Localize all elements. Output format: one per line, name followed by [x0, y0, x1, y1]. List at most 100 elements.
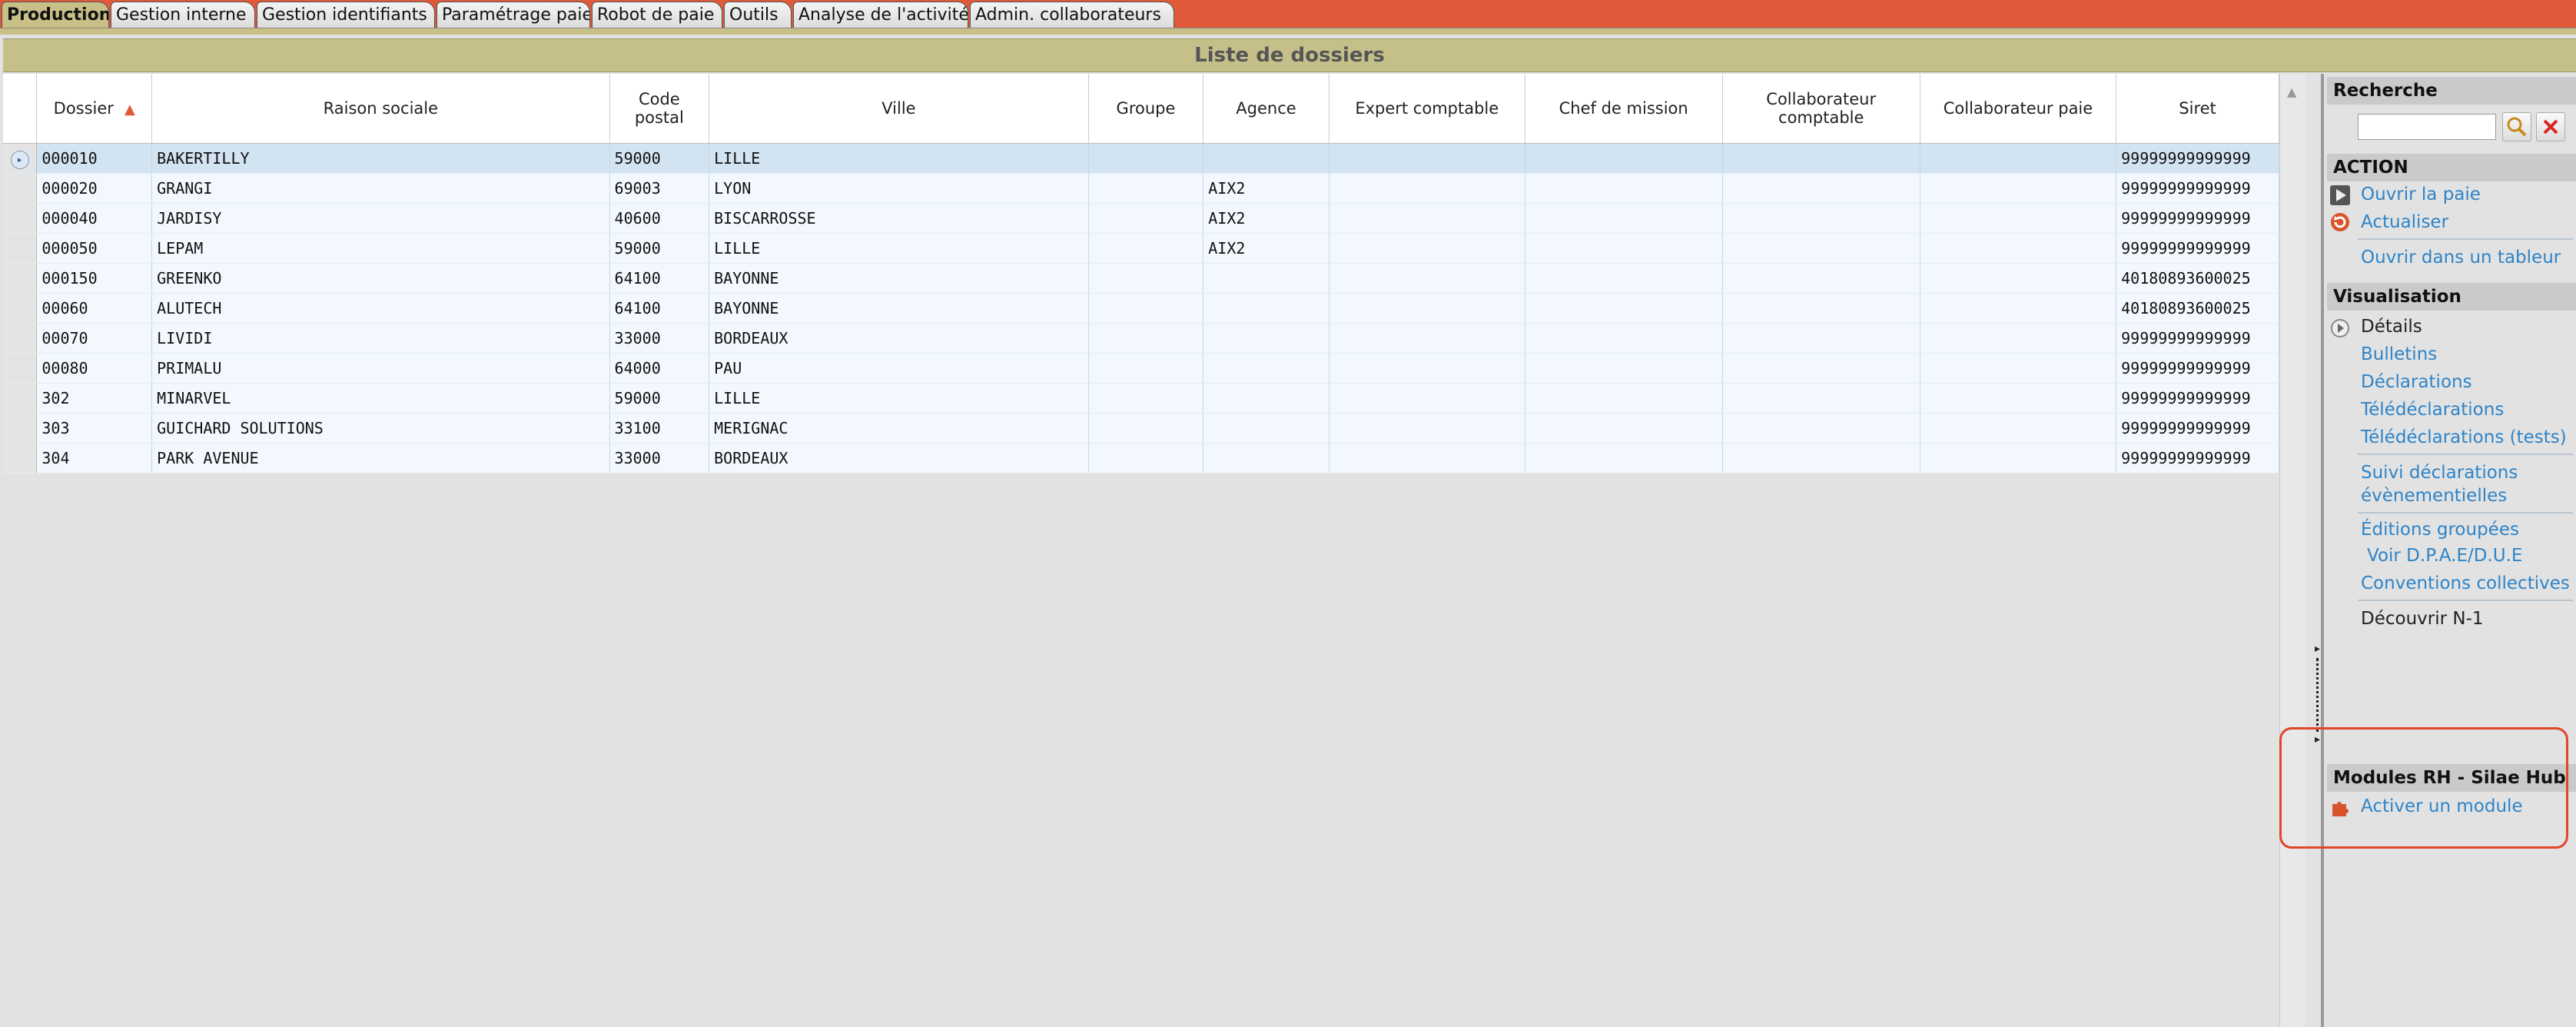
- column-header-groupe[interactable]: Groupe: [1088, 74, 1204, 144]
- cell-ville[interactable]: LILLE: [709, 233, 1089, 264]
- cell-cp[interactable]: 64100: [609, 293, 710, 324]
- editions-groupees-link[interactable]: Éditions groupées: [2361, 520, 2519, 540]
- cell-collab-compta[interactable]: [1722, 323, 1920, 354]
- cell-cp[interactable]: 33000: [609, 323, 710, 354]
- cell-ville[interactable]: BAYONNE: [709, 293, 1089, 324]
- tab-outils[interactable]: Outils: [724, 2, 792, 28]
- cell-siret[interactable]: 99999999999999: [2116, 233, 2279, 264]
- cell-expert[interactable]: [1329, 293, 1525, 324]
- panel-splitter[interactable]: ▸ ▸: [2305, 74, 2324, 1027]
- cell-collab-compta[interactable]: [1722, 203, 1920, 234]
- scroll-up-icon[interactable]: ▲: [2287, 85, 2296, 99]
- ouvrir-la-paie-link[interactable]: Ouvrir la paie: [2361, 184, 2481, 204]
- cell-ville[interactable]: LILLE: [709, 143, 1089, 174]
- cell-raison[interactable]: MINARVEL: [151, 383, 610, 414]
- cell-groupe[interactable]: [1088, 173, 1204, 204]
- tab-production[interactable]: Production: [2, 2, 109, 28]
- cell-siret[interactable]: 99999999999999: [2116, 383, 2279, 414]
- cell-chef[interactable]: [1525, 233, 1723, 264]
- cell-ville[interactable]: LYON: [709, 173, 1089, 204]
- cell-groupe[interactable]: [1088, 353, 1204, 384]
- conventions-collectives-link[interactable]: Conventions collectives: [2361, 573, 2570, 593]
- column-header-raison-sociale[interactable]: Raison sociale: [151, 74, 610, 144]
- table-row[interactable]: 302 MINARVEL 59000 LILLE 99999999999999: [3, 383, 2279, 414]
- cell-raison[interactable]: ALUTECH: [151, 293, 610, 324]
- cell-chef[interactable]: [1525, 143, 1723, 174]
- cell-raison[interactable]: GREENKO: [151, 263, 610, 294]
- tab-admin-collaborateurs[interactable]: Admin. collaborateurs: [970, 2, 1174, 28]
- column-header-code-postal[interactable]: Code postal: [609, 74, 710, 144]
- cell-siret[interactable]: 99999999999999: [2116, 323, 2279, 354]
- cell-collab-paie[interactable]: [1920, 353, 2117, 384]
- cell-collab-paie[interactable]: [1920, 233, 2117, 264]
- splitter-grip[interactable]: [2316, 658, 2319, 732]
- cell-agence[interactable]: [1203, 143, 1329, 174]
- cell-collab-compta[interactable]: [1722, 353, 1920, 384]
- cell-cp[interactable]: 40600: [609, 203, 710, 234]
- cell-cp[interactable]: 33100: [609, 413, 710, 444]
- ouvrir-dans-un-tableur-link[interactable]: Ouvrir dans un tableur: [2361, 248, 2561, 268]
- cell-collab-paie[interactable]: [1920, 263, 2117, 294]
- cell-expert[interactable]: [1329, 263, 1525, 294]
- cell-siret[interactable]: 99999999999999: [2116, 413, 2279, 444]
- cell-cp[interactable]: 59000: [609, 233, 710, 264]
- cell-collab-compta[interactable]: [1722, 233, 1920, 264]
- cell-groupe[interactable]: [1088, 263, 1204, 294]
- column-header-collaborateur-paie[interactable]: Collaborateur paie: [1920, 74, 2117, 144]
- cell-expert[interactable]: [1329, 143, 1525, 174]
- cell-siret[interactable]: 99999999999999: [2116, 203, 2279, 234]
- cell-agence[interactable]: AIX2: [1203, 203, 1329, 234]
- table-row[interactable]: ▸ 000010 BAKERTILLY 59000 LILLE 9999999999999…: [3, 143, 2279, 174]
- cell-expert[interactable]: [1329, 203, 1525, 234]
- suivi-declarations-link[interactable]: Suivi déclarations: [2361, 463, 2518, 483]
- cell-collab-compta[interactable]: [1722, 143, 1920, 174]
- column-header-ville[interactable]: Ville: [709, 74, 1089, 144]
- tab-parametrage-paie[interactable]: Paramétrage paie: [437, 2, 590, 28]
- declarations-link[interactable]: Déclarations: [2361, 372, 2472, 392]
- cell-agence[interactable]: [1203, 383, 1329, 414]
- cell-chef[interactable]: [1525, 323, 1723, 354]
- cell-agence[interactable]: AIX2: [1203, 233, 1329, 264]
- details-item[interactable]: Détails: [2361, 317, 2422, 337]
- cell-dossier[interactable]: 00060: [36, 293, 153, 324]
- cell-collab-compta[interactable]: [1722, 293, 1920, 324]
- cell-collab-compta[interactable]: [1722, 173, 1920, 204]
- cell-groupe[interactable]: [1088, 413, 1204, 444]
- cell-raison[interactable]: PRIMALU: [151, 353, 610, 384]
- row-header[interactable]: [3, 353, 38, 384]
- table-row[interactable]: 000050 LEPAM 59000 LILLE AIX2 99999999999999: [3, 233, 2279, 264]
- column-header-collaborateur-comptable[interactable]: Collaborateur comptable: [1722, 74, 1920, 144]
- row-header[interactable]: [3, 443, 38, 474]
- table-row[interactable]: 000040 JARDISY 40600 BISCARROSSE AIX2 9999999…: [3, 203, 2279, 234]
- vertical-scrollbar[interactable]: ▲: [2279, 74, 2306, 1027]
- cell-expert[interactable]: [1329, 173, 1525, 204]
- table-row[interactable]: 303 GUICHARD SOLUTIONS 33100 MERIGNAC 999999…: [3, 413, 2279, 444]
- cell-collab-compta[interactable]: [1722, 413, 1920, 444]
- cell-collab-paie[interactable]: [1920, 203, 2117, 234]
- row-header[interactable]: [3, 203, 38, 234]
- cell-ville[interactable]: PAU: [709, 353, 1089, 384]
- cell-raison[interactable]: BAKERTILLY: [151, 143, 610, 174]
- cell-cp[interactable]: 64000: [609, 353, 710, 384]
- cell-groupe[interactable]: [1088, 443, 1204, 474]
- cell-cp[interactable]: 59000: [609, 143, 710, 174]
- row-header[interactable]: [3, 383, 38, 414]
- collapse-arrow-icon[interactable]: ▸: [2315, 643, 2320, 655]
- tab-gestion-interne[interactable]: Gestion interne: [111, 2, 255, 28]
- cell-ville[interactable]: BISCARROSSE: [709, 203, 1089, 234]
- cell-collab-paie[interactable]: [1920, 383, 2117, 414]
- cell-cp[interactable]: 59000: [609, 383, 710, 414]
- cell-dossier[interactable]: 00080: [36, 353, 153, 384]
- teledeclarations-link[interactable]: Télédéclarations: [2361, 400, 2504, 420]
- voir-dpae-link[interactable]: Voir D.P.A.E/D.U.E: [2367, 546, 2522, 566]
- table-row[interactable]: 000150 GREENKO 64100 BAYONNE 40180893600025: [3, 263, 2279, 294]
- cell-expert[interactable]: [1329, 413, 1525, 444]
- cell-chef[interactable]: [1525, 443, 1723, 474]
- cell-siret[interactable]: 99999999999999: [2116, 443, 2279, 474]
- row-header[interactable]: ▸: [3, 143, 38, 174]
- row-header[interactable]: [3, 233, 38, 264]
- cell-chef[interactable]: [1525, 263, 1723, 294]
- row-header[interactable]: [3, 263, 38, 294]
- table-row[interactable]: 304 PARK AVENUE 33000 BORDEAUX 9999999999999…: [3, 443, 2279, 474]
- row-header[interactable]: [3, 173, 38, 204]
